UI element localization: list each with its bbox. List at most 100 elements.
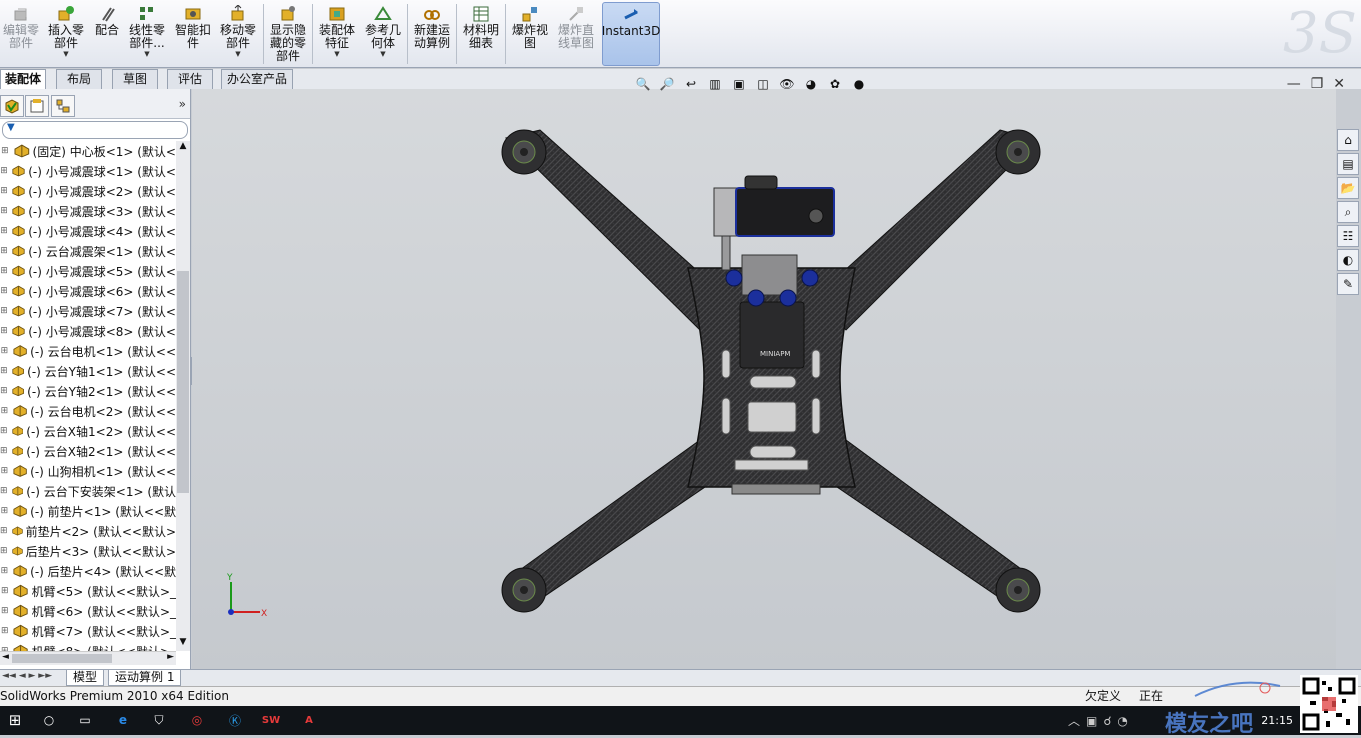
restore-icon[interactable]: ❐ [1311, 76, 1324, 92]
tab-sketch[interactable]: 草图 [112, 69, 158, 89]
minimize-icon[interactable]: — [1287, 76, 1301, 92]
expand-plus-icon[interactable]: ⊞ [0, 626, 9, 636]
expand-plus-icon[interactable]: ⊞ [0, 466, 9, 476]
filter-field[interactable]: ▼ [2, 121, 188, 139]
reference-geometry-button[interactable]: 参考几 何体 ▼ [361, 2, 405, 66]
expand-plus-icon[interactable]: ⊞ [0, 386, 8, 396]
move-component-button[interactable]: 移动零 部件 ▼ [217, 2, 259, 66]
mate-button[interactable]: 配合 [90, 2, 124, 66]
expand-plus-icon[interactable]: ⊞ [0, 506, 9, 516]
tree-item[interactable]: ⊞ (-) 小号减震球<5> (默认< [0, 261, 176, 281]
tree-item[interactable]: ⊞ 机臂<7> (默认<<默认>_ [0, 621, 176, 641]
expand-plus-icon[interactable]: ⊞ [0, 366, 8, 376]
netease-music-icon[interactable]: ◎ [186, 709, 208, 731]
tab-motion-study-1[interactable]: 运动算例 1 [108, 670, 182, 686]
hide-show-items-icon[interactable]: 👁 [777, 74, 797, 94]
zoom-to-fit-icon[interactable]: 🔍 [633, 74, 653, 94]
instant3d-button[interactable]: Instant3D [602, 2, 660, 66]
expand-plus-icon[interactable]: ⊞ [0, 546, 8, 556]
tree-item[interactable]: ⊞ (-) 后垫片<4> (默认<<默 [0, 561, 176, 581]
edit-component-button[interactable]: 编辑零 部件 [2, 2, 40, 66]
show-hidden-components-button[interactable]: 显示隐 藏的零 部件 [266, 2, 310, 66]
search-icon[interactable]: ○ [38, 709, 60, 731]
graphics-area[interactable]: MINIAPM Y X [192, 89, 1336, 669]
expand-plus-icon[interactable]: ⊞ [0, 186, 8, 196]
file-explorer-icon[interactable]: 📂 [1337, 177, 1359, 199]
scroll-left-icon[interactable]: ◄ [2, 652, 9, 662]
tree-item[interactable]: ⊞ (-) 小号减震球<2> (默认< [0, 181, 176, 201]
edit-appearance-icon[interactable]: ◕ [801, 74, 821, 94]
configuration-manager-tab[interactable] [51, 95, 75, 117]
tree-item[interactable]: ⊞ (-) 山狗相机<1> (默认<< [0, 461, 176, 481]
close-icon[interactable]: ✕ [1333, 76, 1345, 92]
tab-office-products[interactable]: 办公室产品 [221, 69, 293, 89]
system-tray-icons[interactable]: ︿▣☌◔ [1068, 712, 1134, 729]
expand-plus-icon[interactable]: ⊞ [0, 486, 8, 496]
tree-item[interactable]: ⊞ (-) 云台X轴2<1> (默认<< [0, 441, 176, 461]
section-view-icon[interactable]: ▥ [705, 74, 725, 94]
expand-plus-icon[interactable]: ⊞ [0, 346, 9, 356]
previous-view-icon[interactable]: ↩ [681, 74, 701, 94]
expand-plus-icon[interactable]: ⊞ [0, 606, 9, 616]
feature-manager-tab[interactable] [0, 95, 24, 117]
tree-item[interactable]: ⊞ (-) 云台下安装架<1> (默认 [0, 481, 176, 501]
tab-nav-arrows-icon[interactable]: ◄◄ ◄ ► ►► [2, 671, 52, 681]
expand-plus-icon[interactable]: ⊞ [0, 426, 8, 436]
tab-layout[interactable]: 布局 [56, 69, 102, 89]
smart-fasteners-button[interactable]: 智能扣 件 [172, 2, 214, 66]
tree-item[interactable]: ⊞ (-) 小号减震球<4> (默认< [0, 221, 176, 241]
tree-item[interactable]: ⊞ (固定) 中心板<1> (默认< [0, 141, 176, 161]
tree-item[interactable]: ⊞ 机臂<5> (默认<<默认>_ [0, 581, 176, 601]
design-library-icon[interactable]: ▤ [1337, 153, 1359, 175]
scroll-up-icon[interactable]: ▲ [176, 141, 190, 155]
expand-plus-icon[interactable]: ⊞ [0, 526, 8, 536]
tree-item[interactable]: ⊞ 前垫片<2> (默认<<默认> [0, 521, 176, 541]
tree-item[interactable]: ⊞ (-) 前垫片<1> (默认<<默 [0, 501, 176, 521]
tree-item[interactable]: ⊞ (-) 云台电机<1> (默认<< [0, 341, 176, 361]
expand-plus-icon[interactable]: ⊞ [0, 566, 9, 576]
expand-plus-icon[interactable]: ⊞ [0, 406, 9, 416]
h-scroll-thumb[interactable] [12, 654, 112, 663]
home-icon[interactable]: ⌂ [1337, 129, 1359, 151]
linear-pattern-button[interactable]: 线性零 部件... ▼ [126, 2, 168, 66]
scroll-down-icon[interactable]: ▼ [176, 637, 190, 651]
view-palette-icon[interactable]: ☷ [1337, 225, 1359, 247]
tree-item[interactable]: ⊞ (-) 小号减震球<3> (默认< [0, 201, 176, 221]
expand-plus-icon[interactable]: ⊞ [0, 226, 8, 236]
search-icon[interactable]: ⌕ [1337, 201, 1359, 223]
kugou-icon[interactable]: Ⓚ [224, 709, 246, 731]
windows-start-icon[interactable]: ⊞ [4, 709, 26, 731]
tree-item[interactable]: ⊞机臂<8> (默认<<默认>_ [0, 641, 176, 651]
expand-plus-icon[interactable]: ⊞ [0, 306, 8, 316]
tree-item[interactable]: ⊞ 机臂<6> (默认<<默认>_ [0, 601, 176, 621]
appearances-icon[interactable]: ◐ [1337, 249, 1359, 271]
expand-plus-icon[interactable]: ⊞ [0, 586, 9, 596]
tree-item[interactable]: ⊞ (-) 云台X轴1<2> (默认<< [0, 421, 176, 441]
expand-plus-icon[interactable]: ⊞ [0, 146, 10, 156]
tab-evaluate[interactable]: 评估 [167, 69, 213, 89]
expand-plus-icon[interactable]: ⊞ [0, 246, 8, 256]
explode-line-sketch-button[interactable]: 爆炸直 线草图 [554, 2, 598, 66]
acrobat-icon[interactable]: A [298, 709, 320, 731]
zoom-to-area-icon[interactable]: 🔎 [657, 74, 677, 94]
edge-browser-icon[interactable]: e [112, 709, 134, 731]
bill-of-materials-button[interactable]: 材料明 细表 [459, 2, 503, 66]
expand-plus-icon[interactable]: ⊞ [0, 166, 8, 176]
view-orientation-icon[interactable]: ▣ [729, 74, 749, 94]
tree-item[interactable]: ⊞ (-) 小号减震球<1> (默认< [0, 161, 176, 181]
expand-plus-icon[interactable]: ⊞ [0, 446, 8, 456]
tree-item[interactable]: ⊞ (-) 云台电机<2> (默认<< [0, 401, 176, 421]
expand-plus-icon[interactable]: ⊞ [0, 206, 8, 216]
tree-item[interactable]: ⊞ (-) 云台Y轴1<1> (默认<< [0, 361, 176, 381]
tree-item[interactable]: ⊞ (-) 云台减震架<1> (默认< [0, 241, 176, 261]
expand-plus-icon[interactable]: ⊞ [0, 286, 8, 296]
apply-scene-icon[interactable]: ✿ [825, 74, 845, 94]
tree-item[interactable]: ⊞ (-) 云台Y轴2<1> (默认<< [0, 381, 176, 401]
tree-item[interactable]: ⊞ (-) 小号减震球<7> (默认< [0, 301, 176, 321]
tree-vertical-scrollbar[interactable]: ▲ ▼ [176, 141, 190, 651]
tree-horizontal-scrollbar[interactable]: ◄ ► [0, 651, 176, 665]
assembly-features-button[interactable]: 装配体 特征 ▼ [315, 2, 359, 66]
tree-item[interactable]: ⊞ (-) 小号减震球<6> (默认< [0, 281, 176, 301]
task-view-icon[interactable]: ▭ [74, 709, 96, 731]
solidworks-taskbar-icon[interactable]: SW [260, 709, 282, 731]
